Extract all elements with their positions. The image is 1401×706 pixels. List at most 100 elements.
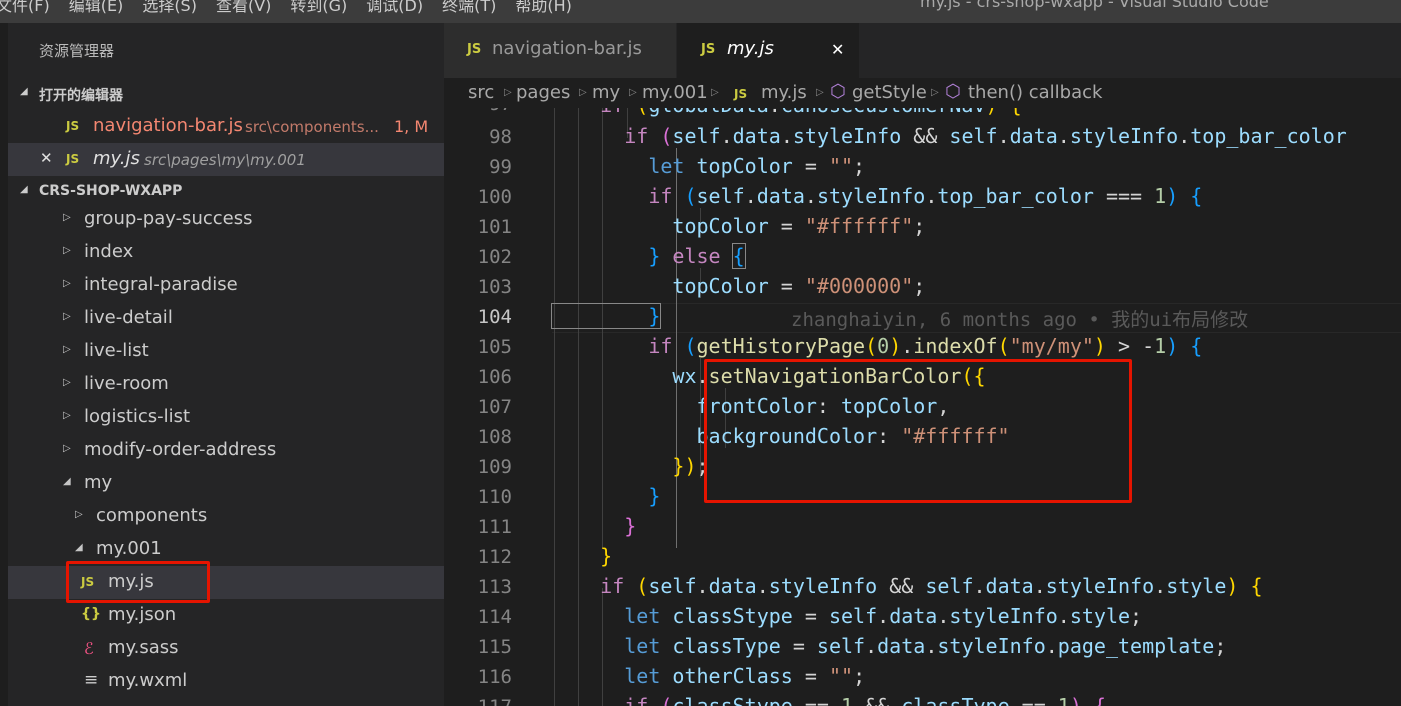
tree-folder[interactable]: ▷ group-pay-success bbox=[8, 203, 444, 236]
line-number: 108 bbox=[477, 426, 512, 448]
chevron-right-icon: ▷ bbox=[63, 245, 71, 256]
tree-file[interactable]: {} my.json bbox=[8, 599, 444, 632]
method-icon: ⬡ bbox=[945, 81, 961, 102]
tree-label: live-detail bbox=[84, 307, 173, 328]
json-file-icon: {} bbox=[81, 606, 101, 622]
chevron-right-icon: ▷ bbox=[63, 410, 71, 421]
line-number: 117 bbox=[444, 696, 512, 706]
line-number: 97 bbox=[444, 108, 512, 115]
menu-help[interactable]: 帮助(H) bbox=[515, 0, 572, 16]
chevron-right-icon: ▷ bbox=[63, 344, 71, 355]
tree-folder[interactable]: ▷ live-detail bbox=[8, 302, 444, 335]
js-file-icon: JS bbox=[66, 152, 80, 166]
chevron-right-icon: ▷ bbox=[931, 87, 939, 98]
chevron-right-icon: ▷ bbox=[579, 87, 587, 98]
tree-folder[interactable]: ▷ modify-order-address bbox=[8, 434, 444, 467]
chevron-right-icon: ▷ bbox=[75, 509, 83, 520]
tree-file[interactable]: ℰmy.sass bbox=[8, 632, 444, 665]
tree-folder[interactable]: ▷ live-list bbox=[8, 335, 444, 368]
window-title: my.js - crs-shop-wxapp - Visual Studio C… bbox=[920, 0, 1269, 11]
menu-file[interactable]: 文件(F) bbox=[0, 0, 50, 16]
open-editor-my-js[interactable]: ✕ JS my.js src\pages\my\my.001 bbox=[8, 143, 444, 176]
code-line: } bbox=[552, 484, 661, 508]
line-number: 109 bbox=[477, 456, 512, 478]
breadcrumb-item[interactable]: getStyle bbox=[852, 82, 927, 103]
project-label: CRS-SHOP-WXAPP bbox=[39, 183, 183, 199]
close-icon[interactable]: ✕ bbox=[40, 149, 53, 167]
explorer-title: 资源管理器 bbox=[39, 42, 115, 60]
code-editor[interactable]: 97 98 99 100 101 102 103 104 105 106 107… bbox=[444, 108, 1401, 706]
line-number: 105 bbox=[477, 336, 512, 358]
tab-label: my.js bbox=[727, 38, 774, 59]
code-line: let classStype = self.data.styleInfo.sty… bbox=[552, 604, 1143, 628]
git-blame-annotation: zhanghaiyin, 6 months ago • 我的ui布局修改 bbox=[791, 309, 1249, 331]
tree-label: live-list bbox=[84, 340, 149, 361]
line-number: 107 bbox=[477, 396, 512, 418]
menu-edit[interactable]: 编辑(E) bbox=[69, 0, 124, 16]
line-number: 112 bbox=[477, 546, 512, 568]
explorer-sidebar: 资源管理器 ◢ 打开的编辑器 JS navigation-bar.js src\… bbox=[8, 23, 444, 706]
breadcrumb-item[interactable]: src bbox=[468, 82, 494, 103]
breadcrumb-item[interactable]: pages bbox=[516, 82, 570, 103]
tree-label: index bbox=[84, 241, 134, 262]
line-number: 113 bbox=[477, 576, 512, 598]
menu-bar: 文件(F) 编辑(E) 选择(S) 查看(V) 转到(G) 调试(D) 终端(T… bbox=[0, 0, 572, 16]
breadcrumb-item[interactable]: then() callback bbox=[968, 82, 1102, 103]
tree-folder[interactable]: ▷ index bbox=[8, 236, 444, 269]
open-editor-name: my.js bbox=[93, 148, 140, 169]
line-number: 100 bbox=[477, 186, 512, 208]
line-number: 101 bbox=[477, 216, 512, 238]
chevron-down-icon: ◢ bbox=[75, 542, 83, 553]
menu-terminal[interactable]: 终端(T) bbox=[442, 0, 496, 16]
code-line: let classType = self.data.styleInfo.page… bbox=[552, 634, 1227, 658]
code-line: } bbox=[550, 303, 662, 329]
open-editor-path: src\components... bbox=[245, 118, 379, 136]
menu-goto[interactable]: 转到(G) bbox=[290, 0, 347, 16]
line-number: 102 bbox=[477, 246, 512, 268]
line-number: 99 bbox=[489, 156, 512, 178]
tree-folder-expanded[interactable]: ◢ my bbox=[8, 467, 444, 500]
tree-label: my.wxml bbox=[108, 670, 188, 691]
open-editors-label: 打开的编辑器 bbox=[39, 88, 123, 104]
chevron-right-icon: ▷ bbox=[63, 311, 71, 322]
menu-debug[interactable]: 调试(D) bbox=[366, 0, 423, 16]
code-line: let otherClass = ""; bbox=[552, 664, 866, 688]
menu-view[interactable]: 查看(V) bbox=[216, 0, 271, 16]
menu-selection[interactable]: 选择(S) bbox=[142, 0, 197, 16]
tree-label: modify-order-address bbox=[84, 439, 277, 460]
open-editor-path: src\pages\my\my.001 bbox=[144, 151, 306, 169]
js-file-icon: JS bbox=[467, 42, 482, 57]
js-file-icon: JS bbox=[734, 87, 748, 101]
line-number: 115 bbox=[477, 636, 512, 658]
tab-my-js[interactable]: JS my.js ✕ bbox=[677, 23, 859, 78]
tree-label: components bbox=[96, 505, 208, 526]
highlight-box bbox=[704, 359, 1132, 503]
tree-label: my bbox=[84, 472, 113, 493]
close-icon[interactable]: ✕ bbox=[831, 40, 844, 59]
tree-label: my.json bbox=[108, 604, 177, 625]
open-editors-header[interactable]: ◢ 打开的编辑器 bbox=[8, 80, 444, 108]
code-line: if (globalData.canUseCustomerNav) { bbox=[552, 108, 1022, 117]
tab-navigation-bar[interactable]: JS navigation-bar.js bbox=[444, 23, 676, 78]
tree-folder[interactable]: ▷ integral-paradise bbox=[8, 269, 444, 302]
line-number: 111 bbox=[477, 516, 512, 538]
tree-folder[interactable]: ▷ logistics-list bbox=[8, 401, 444, 434]
breadcrumb-item[interactable]: my.001 bbox=[642, 82, 708, 103]
breadcrumb-item[interactable]: my bbox=[592, 82, 620, 103]
open-editor-navigation-bar[interactable]: JS navigation-bar.js src\components... 1… bbox=[8, 110, 444, 143]
chevron-right-icon: ▷ bbox=[629, 87, 637, 98]
chevron-right-icon: ▷ bbox=[63, 443, 71, 454]
tree-file[interactable]: ≡ my.wxml bbox=[8, 665, 444, 698]
code-line: }); bbox=[552, 454, 709, 478]
breadcrumb-item[interactable]: my.js bbox=[761, 82, 807, 103]
open-editor-name: navigation-bar.js bbox=[93, 115, 243, 136]
line-number-current: 104 bbox=[477, 306, 512, 328]
code-line: if (classStype == 1 && classType == 1) { bbox=[552, 694, 1106, 706]
chevron-right-icon: ▷ bbox=[63, 278, 71, 289]
code-line: } bbox=[552, 544, 613, 568]
project-header[interactable]: ◢ CRS-SHOP-WXAPP bbox=[8, 178, 444, 206]
tree-folder[interactable]: ▷ live-room bbox=[8, 368, 444, 401]
code-line: topColor = "#000000"; bbox=[552, 274, 926, 298]
chevron-right-icon: ▷ bbox=[63, 377, 71, 388]
tree-folder[interactable]: ▷ components bbox=[8, 500, 444, 533]
